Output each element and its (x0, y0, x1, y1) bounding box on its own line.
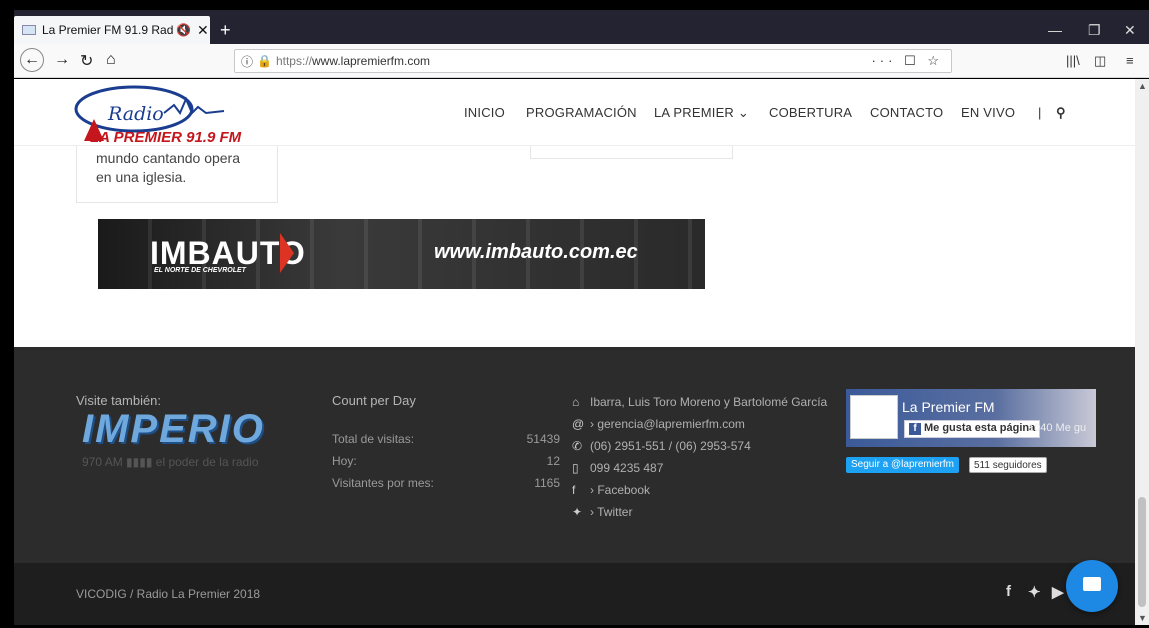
site-header: Radio LA PREMIER 91.9 FM INICIO PROGRAMA… (14, 79, 1135, 146)
restore-icon[interactable]: ❐ (1088, 22, 1101, 39)
close-tab-icon[interactable]: ✕ (197, 22, 209, 39)
menu-icon[interactable]: ≡ (1126, 53, 1134, 68)
favicon-icon (22, 25, 36, 35)
facebook-page-widget[interactable]: La Premier FM f Me gusta esta página 1040… (846, 389, 1096, 447)
site-logo[interactable]: Radio LA PREMIER 91.9 FM (74, 79, 254, 146)
reload-button[interactable]: ↻ (80, 51, 93, 71)
stat-value: 51439 (526, 432, 560, 446)
logo-brand-text: LA PREMIER 91.9 FM (90, 129, 242, 146)
nav-programacion[interactable]: PROGRAMACIÓN (526, 105, 637, 120)
facebook-icon[interactable]: f (1006, 583, 1011, 600)
nav-divider: | (1038, 105, 1042, 120)
stat-row: Total de visitas: 51439 (332, 432, 560, 446)
nav-en-vivo[interactable]: EN VIVO (961, 105, 1015, 120)
twitter-icon[interactable]: ✦ (1028, 583, 1041, 601)
imperio-tagline: 970 AM ▮▮▮▮ el poder de la radio (82, 455, 259, 469)
stat-row: Hoy: 12 (332, 454, 560, 468)
twitter-follow-button[interactable]: Seguir a @lapremierfm (846, 457, 959, 473)
visit-heading: Visite también: (76, 393, 162, 408)
stat-value: 12 (546, 454, 560, 468)
library-icon[interactable]: |||\ (1066, 53, 1080, 68)
youtube-icon[interactable]: ▶ (1052, 583, 1064, 601)
banner-chevron-icon (280, 233, 294, 273)
url-bar[interactable]: ⓘ 🔒 https:// www.lapremierfm.com ··· ☐ ☆ (234, 49, 952, 73)
facebook-icon: f (572, 483, 576, 497)
stat-value: 1165 (534, 476, 560, 490)
browser-window: La Premier FM 91.9 Radio Ib 🔇 ✕ + — ❐ ✕ … (0, 0, 1149, 628)
imbauto-banner[interactable]: IMBAUTO EL NORTE DE CHEVROLET www.imbaut… (98, 219, 705, 289)
footer-bottom-bar: VICODIG / Radio La Premier 2018 f ✦ ▶ (14, 563, 1135, 625)
imperio-word: IMPERIO (82, 407, 265, 451)
nav-la-premier[interactable]: LA PREMIER ⌄ (654, 105, 749, 121)
contact-address: ⌂ Ibarra, Luis Toro Moreno y Bartolomé Ga… (572, 395, 828, 409)
contact-mobile: ▯ 099 4235 487 (572, 461, 664, 475)
contact-twitter[interactable]: ✦ › Twitter (572, 505, 632, 519)
nav-toolbar: ← → ↻ ⌂ ⓘ 🔒 https:// www.lapremierfm.com… (14, 44, 1149, 78)
info-icon[interactable]: ⓘ (241, 53, 253, 70)
stat-label: Total de visitas: (332, 432, 415, 446)
stat-label: Hoy: (332, 454, 357, 468)
nav-contacto[interactable]: CONTACTO (870, 105, 943, 120)
forward-button[interactable]: → (54, 51, 70, 69)
tab-title: La Premier FM 91.9 Radio Ib (42, 23, 174, 37)
imperio-logo[interactable]: IMPERIO 970 AM ▮▮▮▮ el poder de la radio (76, 407, 306, 469)
stat-label: Visitantes por mes: (332, 476, 434, 490)
fb-like-button[interactable]: f Me gusta esta página (904, 420, 1041, 438)
facebook-icon: f (909, 423, 921, 435)
tab-bar: La Premier FM 91.9 Radio Ib 🔇 ✕ + — ❐ ✕ (14, 10, 1149, 44)
home-icon: ⌂ (572, 395, 580, 409)
count-heading: Count per Day (332, 393, 416, 408)
sidebar-icon[interactable]: ◫ (1094, 53, 1106, 69)
back-button[interactable]: ← (20, 48, 44, 72)
scroll-down-icon[interactable]: ▼ (1138, 613, 1147, 623)
active-tab[interactable]: La Premier FM 91.9 Radio Ib 🔇 ✕ (14, 16, 210, 44)
mute-icon[interactable]: 🔇 (176, 23, 191, 37)
card-text: mundo cantando opera en una iglesia. (96, 150, 240, 185)
banner-tagline: EL NORTE DE CHEVROLET (154, 267, 246, 274)
logo-radio-text: Radio (108, 103, 164, 125)
mobile-icon: ▯ (572, 461, 579, 475)
contact-phone: ✆ (06) 2951-551 / (06) 2953-574 (572, 439, 751, 453)
copyright-text: VICODIG / Radio La Premier 2018 (76, 587, 261, 601)
page-viewport: mundo cantando opera en una iglesia. Rad… (14, 79, 1135, 625)
twitter-icon: ✦ (572, 505, 583, 519)
insecure-lock-icon[interactable]: 🔒 (257, 54, 272, 68)
scroll-up-icon[interactable]: ▲ (1138, 81, 1147, 91)
scrollbar-thumb[interactable] (1138, 497, 1146, 607)
url-protocol: https:// (275, 54, 312, 68)
at-icon: @ (572, 417, 585, 431)
fb-like-count: 1040 Me gu (1028, 422, 1087, 434)
close-window-icon[interactable]: ✕ (1124, 22, 1136, 39)
new-tab-button[interactable]: + (220, 20, 231, 41)
contact-email[interactable]: @ › gerencia@lapremierfm.com (572, 417, 745, 431)
vertical-scrollbar[interactable]: ▲ ▼ (1135, 79, 1149, 625)
site-footer: Visite también: IMPERIO 970 AM ▮▮▮▮ el p… (14, 347, 1135, 563)
twitter-follower-count[interactable]: 511 seguidores (969, 457, 1047, 473)
home-button[interactable]: ⌂ (106, 51, 116, 69)
minimize-icon[interactable]: — (1048, 22, 1062, 38)
url-host: www.lapremierfm.com (312, 54, 431, 68)
search-icon[interactable]: ⚲ (1056, 105, 1066, 121)
nav-cobertura[interactable]: COBERTURA (769, 105, 852, 120)
nav-inicio[interactable]: INICIO (464, 105, 505, 120)
page-actions[interactable]: ··· ☐ ☆ (871, 53, 943, 69)
banner-url: www.imbauto.com.ec (434, 241, 638, 263)
fb-page-name[interactable]: La Premier FM (902, 399, 995, 415)
phone-icon: ✆ (572, 439, 583, 453)
contact-facebook[interactable]: f › Facebook (572, 483, 650, 497)
chat-button[interactable] (1066, 560, 1118, 612)
stat-row: Visitantes por mes: 1165 (332, 476, 560, 490)
fb-page-thumbnail (850, 395, 898, 439)
chat-bubble-icon (1083, 577, 1101, 591)
